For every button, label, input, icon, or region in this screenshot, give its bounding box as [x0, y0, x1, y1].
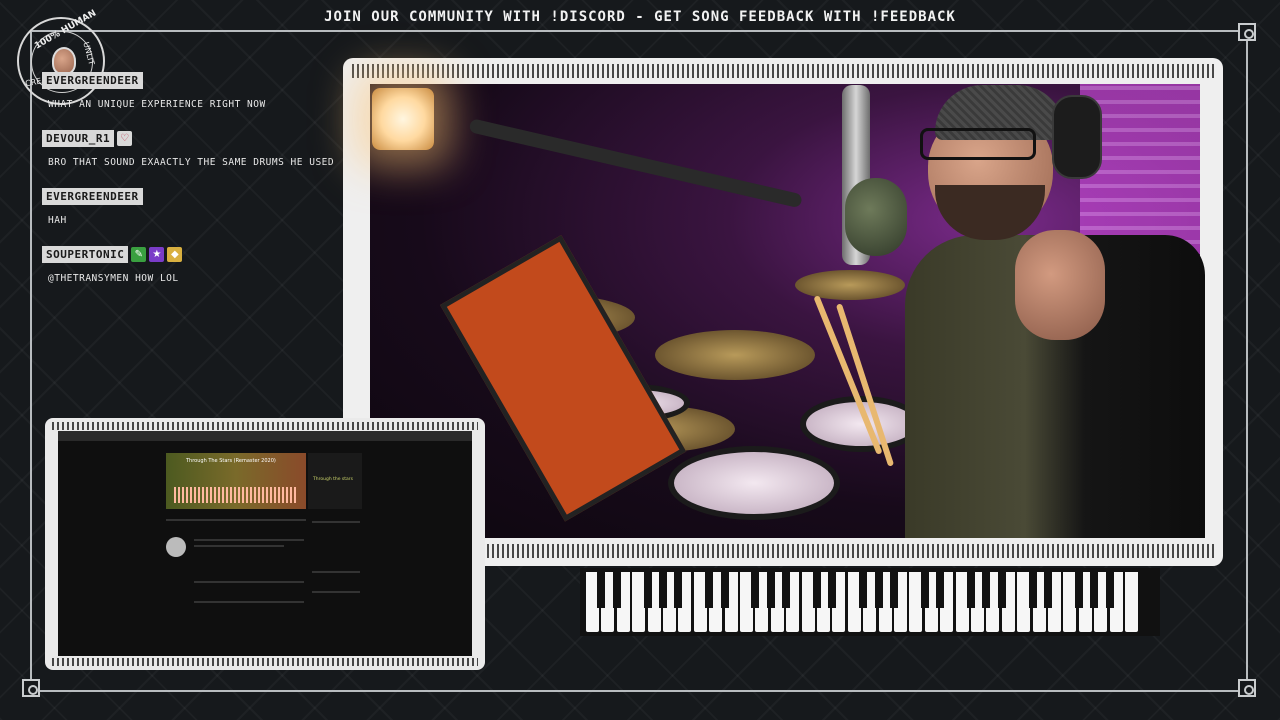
piano-black-key [1090, 572, 1099, 608]
greek-border-top [352, 64, 1214, 78]
waveform [174, 487, 298, 503]
piano-white-key [1125, 572, 1138, 632]
glasses [920, 128, 1036, 160]
chat-message: EVERGREENDEER HAH [42, 186, 342, 228]
drummer-hand [1015, 230, 1105, 340]
microphone-windscreen [845, 178, 907, 256]
comment-line [194, 581, 304, 583]
piano-black-key [982, 572, 991, 608]
chat-text: BRO THAT SOUND EXAACTLY THE SAME DRUMS H… [48, 157, 335, 168]
chat-overlay: EVERGREENDEER WHAT AN UNIQUE EXPERIENCE … [42, 70, 342, 302]
piano-black-key [1074, 572, 1083, 608]
description-line [194, 539, 304, 541]
sidebar-line [312, 571, 360, 573]
piano-black-key [766, 572, 775, 608]
chat-message: EVERGREENDEER WHAT AN UNIQUE EXPERIENCE … [42, 70, 342, 112]
piano-black-key [1028, 572, 1037, 608]
gold-badge-icon: ◆ [167, 247, 183, 262]
piano-black-key [997, 572, 1006, 608]
corner-ornament-icon [22, 679, 40, 697]
chat-text: WHAT AN UNIQUE EXPERIENCE RIGHT NOW [48, 99, 266, 110]
piano-black-key [936, 572, 945, 608]
piano-black-key [659, 572, 667, 608]
chat-text: @THETRANSYMEN HOW LOL [48, 273, 179, 284]
chat-username: SOUPERTONIC [42, 246, 129, 263]
piano-black-key [674, 572, 683, 608]
comment-line [194, 601, 304, 603]
piano-black-key [890, 572, 898, 608]
piano-black-key [874, 572, 883, 608]
cymbal [655, 330, 815, 380]
green-badge-icon: ✎ [131, 247, 147, 262]
piano-black-key [1044, 572, 1052, 608]
album-art: Through the stars [308, 453, 362, 509]
studio-light [372, 88, 434, 150]
piano-black-key [705, 572, 714, 608]
album-art-text: Through the stars [313, 477, 353, 482]
chat-message: SOUPERTONIC ✎ ★ ◆ @THETRANSYMEN HOW LOL [42, 244, 342, 286]
piano-black-key [813, 572, 821, 608]
chat-username: EVERGREENDEER [42, 188, 143, 205]
drum-pad [668, 446, 840, 520]
piano-keyboard-overlay [580, 568, 1160, 636]
piano-black-key [612, 572, 621, 608]
greek-border-top [52, 422, 478, 430]
community-banner: JOIN OUR COMMUNITY WITH !DISCORD - GET S… [324, 9, 956, 25]
sidebar-line [312, 521, 360, 523]
cymbal [795, 270, 905, 300]
piano-black-key [751, 572, 760, 608]
headphones [1052, 95, 1102, 179]
piano-black-key [720, 572, 729, 608]
chat-username: EVERGREENDEER [42, 72, 143, 89]
avatar [166, 537, 186, 557]
comment-bar [166, 519, 306, 521]
piano-black-key [1105, 572, 1114, 608]
piano-black-key [782, 572, 791, 608]
piano-black-key [967, 572, 975, 608]
chat-message: DEVOUR_R1 ♡ BRO THAT SOUND EXAACTLY THE S… [42, 128, 342, 170]
browser-toolbar [58, 431, 472, 441]
chat-username: DEVOUR_R1 [42, 130, 115, 147]
greek-border-bottom [52, 658, 478, 666]
piano-black-key [597, 572, 606, 608]
screen-share: Through The Stars (Remaster 2020) Throug… [58, 431, 472, 656]
piano-black-key [859, 572, 868, 608]
piano-black-key [643, 572, 652, 608]
heart-badge-icon: ♡ [117, 131, 133, 146]
piano-black-key [828, 572, 837, 608]
chat-text: HAH [48, 215, 67, 226]
track-title: Through The Stars (Remaster 2020) [186, 458, 276, 464]
sidebar-line [312, 591, 360, 593]
piano-black-key [920, 572, 929, 608]
corner-ornament-icon [1238, 679, 1256, 697]
description-line [194, 545, 284, 547]
corner-ornament-icon [1238, 23, 1256, 41]
purple-star-badge-icon: ★ [149, 247, 165, 262]
